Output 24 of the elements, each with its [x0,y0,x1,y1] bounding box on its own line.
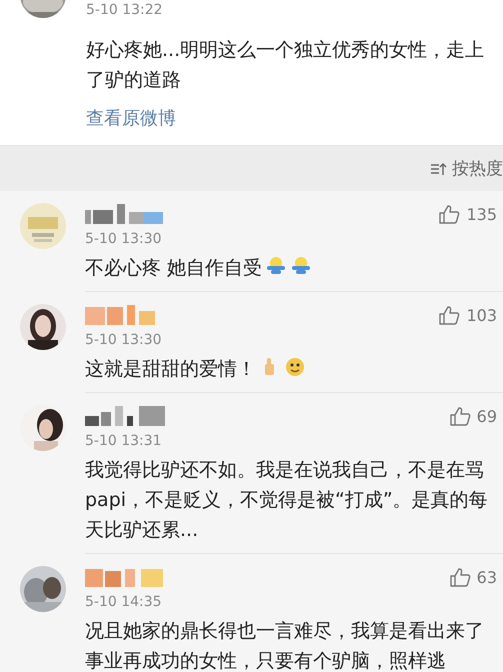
timestamp: 5-10 13:30 [85,331,163,350]
comment-text: 我觉得比驴还不如。我是在说我自己，不是在骂papi，不是贬义，不觉得是被“打成”。是真的每天比驴还累... [85,459,488,541]
timestamp: 5-10 13:22 [86,1,164,20]
post-text: 好心疼她...明明这么一个独立优秀的女性，走上了驴的道路 [86,38,486,93]
comment-text: 这就是甜甜的爱情！ [85,358,256,380]
timestamp: 5-10 13:30 [85,230,163,249]
comment-text: 不必心疼 她自作自受 [85,257,262,279]
thumbs-up-icon [448,406,471,426]
thumbs-up-icon [438,305,460,325]
like-button[interactable]: 69 [448,406,497,426]
like-button[interactable]: 135 [438,204,497,224]
dog-face-icon [284,356,306,378]
view-original-link[interactable]: 查看原微博 [86,107,176,131]
comment-text: 况且她家的鼎长得也一言难尽，我算是看出来了事业再成功的女性，只要有个驴脑，照样逃 [85,620,484,672]
thumbs-up-icon [438,204,460,224]
like-button[interactable]: 63 [448,567,497,587]
sort-button[interactable]: 按热度 [430,157,503,180]
timestamp: 5-10 14:35 [85,593,163,612]
thumbs-up-icon [448,567,471,587]
timestamp: 5-10 13:31 [85,432,163,451]
laughing-emoji-icon [265,255,288,277]
like-button[interactable]: 103 [438,305,497,325]
sort-icon [430,162,448,176]
laughing-emoji-icon [290,255,312,277]
